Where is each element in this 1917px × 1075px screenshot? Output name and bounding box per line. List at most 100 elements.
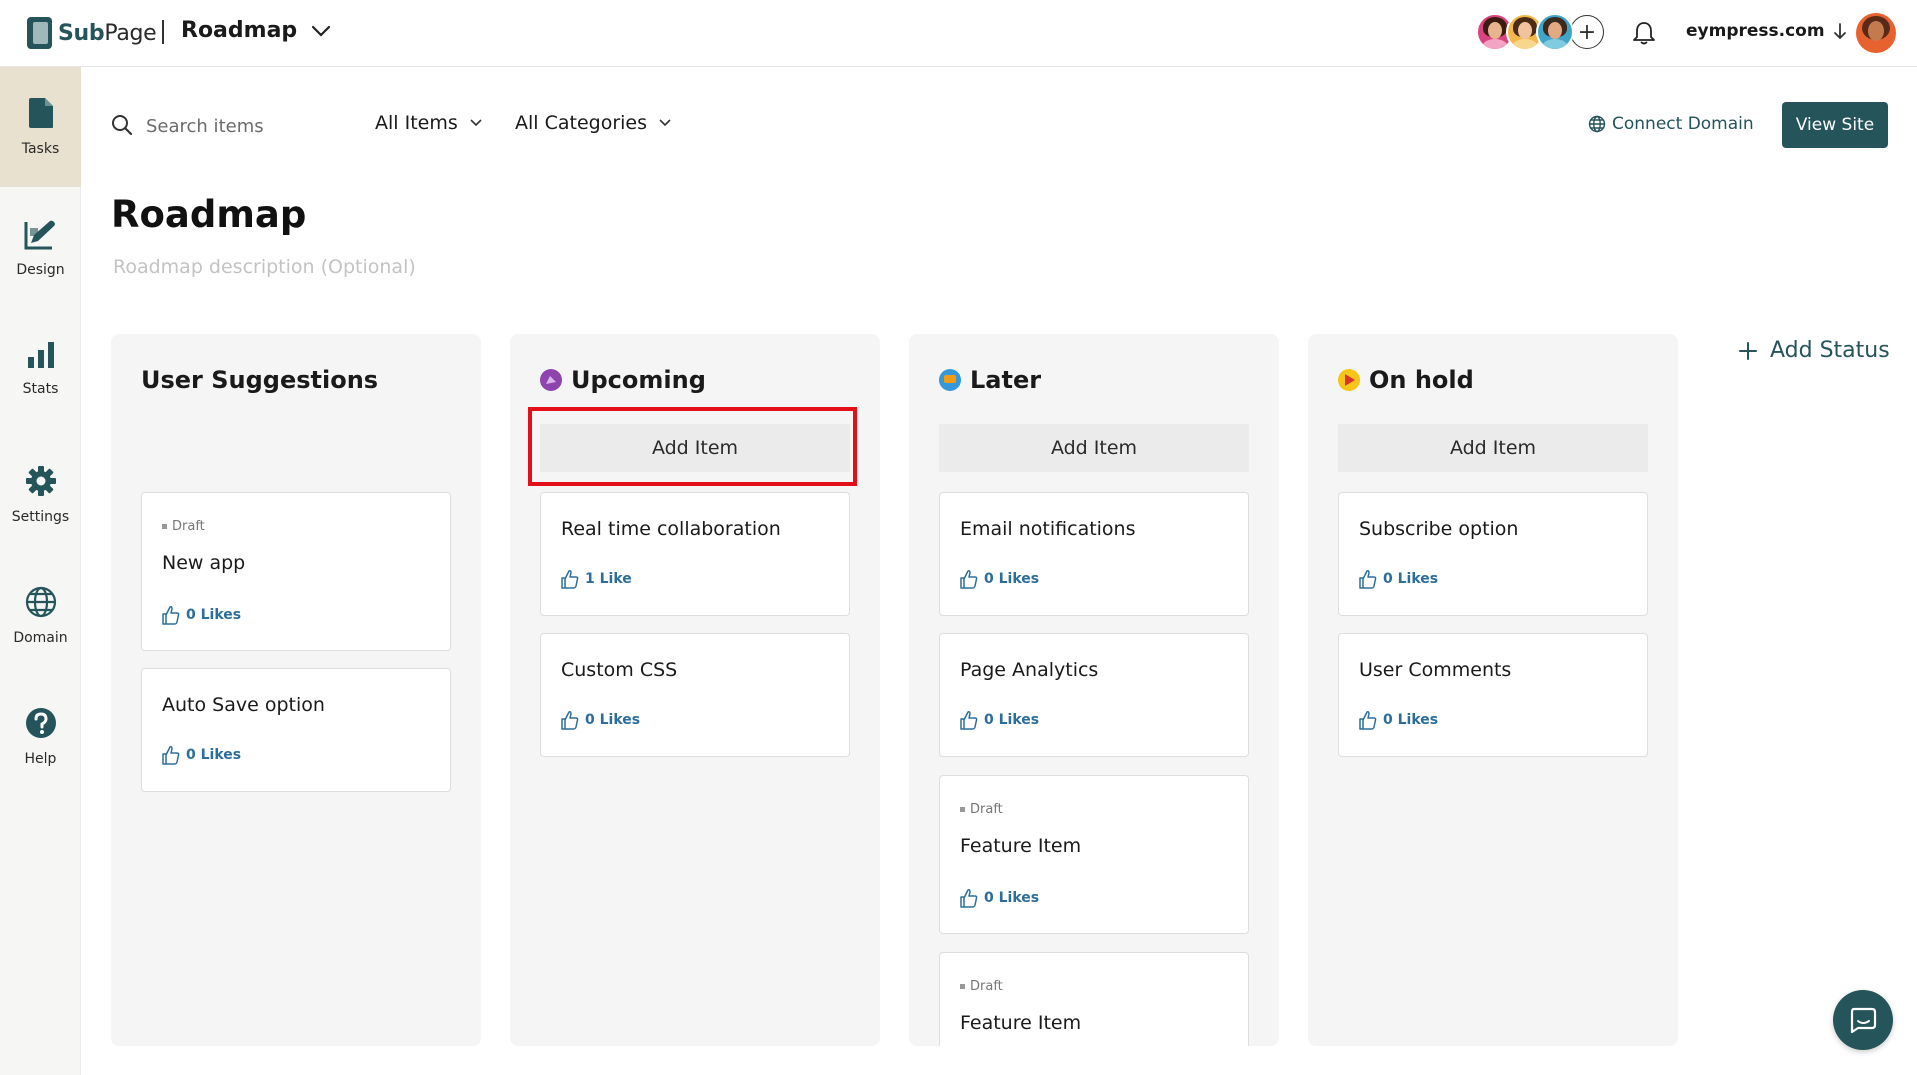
- draft-badge: Draft: [162, 519, 205, 534]
- filter-all-categories-label: All Categories: [515, 112, 648, 134]
- page-title: Roadmap: [111, 193, 307, 236]
- column-upcoming: Upcoming Add Item Real time collaboratio…: [510, 334, 880, 1046]
- card-subscribe-option[interactable]: Subscribe option 0 Likes: [1338, 492, 1648, 616]
- column-user-suggestions: User Suggestions Draft New app 0 Likes A…: [111, 334, 481, 1046]
- card-real-time-collaboration[interactable]: Real time collaboration 1 Like: [540, 492, 850, 616]
- sidebar-item-label: Design: [16, 262, 65, 278]
- like-button[interactable]: 0 Likes: [960, 710, 1039, 730]
- subpage-logo[interactable]: SubPage: [27, 17, 157, 49]
- likes-count: 0 Likes: [984, 890, 1040, 906]
- likes-count: 1 Like: [585, 571, 632, 587]
- like-button[interactable]: 0 Likes: [960, 888, 1039, 908]
- add-item-button[interactable]: Add Item: [540, 424, 850, 472]
- filter-all-items[interactable]: All Items: [375, 112, 482, 134]
- add-status-label: Add Status: [1770, 338, 1890, 363]
- column-later: Later Add Item Email notifications 0 Lik…: [909, 334, 1279, 1046]
- thumbs-up-icon: [162, 606, 180, 625]
- brand-separator: [162, 20, 164, 44]
- column-title: Later: [970, 366, 1042, 394]
- sidebar-item-domain[interactable]: Domain: [0, 556, 81, 676]
- view-site-button[interactable]: View Site: [1782, 102, 1888, 148]
- chat-launcher-button[interactable]: [1833, 990, 1893, 1050]
- card-email-notifications[interactable]: Email notifications 0 Likes: [939, 492, 1249, 616]
- card-custom-css[interactable]: Custom CSS 0 Likes: [540, 633, 850, 757]
- filter-all-items-label: All Items: [375, 112, 458, 134]
- card-user-comments[interactable]: User Comments 0 Likes: [1338, 633, 1648, 757]
- plus-icon: [1739, 341, 1757, 360]
- like-button[interactable]: 0 Likes: [1359, 569, 1438, 589]
- like-button[interactable]: 0 Likes: [162, 745, 241, 765]
- column-header: On hold: [1338, 366, 1474, 394]
- like-button[interactable]: 0 Likes: [561, 710, 640, 730]
- bell-icon: [1633, 22, 1655, 45]
- thumbs-up-icon: [1359, 570, 1377, 589]
- page-switcher-label: Roadmap: [181, 18, 298, 43]
- card-title: Feature Item: [960, 1012, 1082, 1034]
- sidebar-item-label: Stats: [22, 381, 59, 397]
- likes-count: 0 Likes: [1383, 712, 1439, 728]
- thumbs-up-icon: [1359, 711, 1377, 730]
- thumbs-up-icon: [960, 570, 978, 589]
- like-button[interactable]: 0 Likes: [162, 605, 241, 625]
- sidebar-item-design[interactable]: Design: [0, 188, 81, 308]
- search-icon: [112, 115, 133, 136]
- document-icon: [28, 98, 53, 128]
- later-status-icon: [939, 369, 961, 391]
- notifications-button[interactable]: [1632, 20, 1656, 50]
- card-auto-save-option[interactable]: Auto Save option 0 Likes: [141, 668, 451, 792]
- chevron-down-icon: [312, 25, 331, 37]
- roadmap-description-input[interactable]: Roadmap description (Optional): [113, 256, 416, 278]
- column-header: User Suggestions: [141, 366, 378, 394]
- search-input[interactable]: [146, 112, 346, 140]
- draft-badge: Draft: [960, 979, 1003, 994]
- site-switcher[interactable]: eympress.com: [1686, 21, 1847, 41]
- likes-count: 0 Likes: [1383, 571, 1439, 587]
- connect-domain-link[interactable]: Connect Domain: [1588, 114, 1754, 134]
- user-avatar[interactable]: [1856, 13, 1896, 53]
- collaborator-avatar[interactable]: [1536, 13, 1574, 51]
- likes-count: 0 Likes: [984, 712, 1040, 728]
- likes-count: 0 Likes: [186, 607, 242, 623]
- sidebar-item-label: Settings: [11, 509, 70, 525]
- card-title: Custom CSS: [561, 659, 678, 681]
- card-title: User Comments: [1359, 659, 1512, 681]
- like-button[interactable]: 1 Like: [561, 569, 632, 589]
- like-button[interactable]: 0 Likes: [960, 569, 1039, 589]
- likes-count: 0 Likes: [984, 571, 1040, 587]
- card-title: New app: [162, 552, 246, 574]
- card-title: Subscribe option: [1359, 518, 1519, 540]
- likes-count: 0 Likes: [585, 712, 641, 728]
- collaborator-avatars: +: [1476, 13, 1604, 51]
- logo-mark-icon: [27, 17, 52, 49]
- top-bar: SubPage Roadmap + eympress.com: [0, 0, 1917, 67]
- upcoming-status-icon: [540, 369, 562, 391]
- chat-icon: [1850, 1007, 1877, 1034]
- add-item-button[interactable]: Add Item: [939, 424, 1249, 472]
- add-item-button[interactable]: Add Item: [1338, 424, 1648, 472]
- sidebar: Tasks Design Stats Settings Domain Help: [0, 67, 81, 1075]
- likes-count: 0 Likes: [186, 747, 242, 763]
- thumbs-up-icon: [561, 570, 579, 589]
- card-new-app[interactable]: Draft New app 0 Likes: [141, 492, 451, 651]
- sidebar-item-tasks[interactable]: Tasks: [0, 67, 81, 187]
- card-feature-item[interactable]: Draft Feature Item 0 Likes: [939, 775, 1249, 934]
- connect-domain-label: Connect Domain: [1612, 114, 1754, 134]
- bar-chart-icon: [27, 342, 54, 368]
- draft-badge: Draft: [960, 802, 1003, 817]
- like-button[interactable]: 0 Likes: [1359, 710, 1438, 730]
- card-feature-item[interactable]: Draft Feature Item: [939, 952, 1249, 1046]
- sidebar-item-settings[interactable]: Settings: [0, 435, 81, 555]
- column-title: On hold: [1369, 366, 1474, 394]
- card-page-analytics[interactable]: Page Analytics 0 Likes: [939, 633, 1249, 757]
- sidebar-item-stats[interactable]: Stats: [0, 309, 81, 429]
- filter-all-categories[interactable]: All Categories: [515, 112, 671, 134]
- sidebar-item-label: Domain: [13, 630, 68, 646]
- gear-icon: [25, 466, 56, 496]
- page-switcher[interactable]: Roadmap: [181, 18, 331, 43]
- column-header: Later: [939, 366, 1041, 394]
- add-collaborator-button[interactable]: +: [1570, 15, 1604, 49]
- sidebar-item-label: Help: [24, 751, 57, 767]
- sidebar-item-label: Tasks: [21, 141, 60, 157]
- sidebar-item-help[interactable]: Help: [0, 677, 81, 797]
- add-status-button[interactable]: Add Status: [1738, 338, 1890, 363]
